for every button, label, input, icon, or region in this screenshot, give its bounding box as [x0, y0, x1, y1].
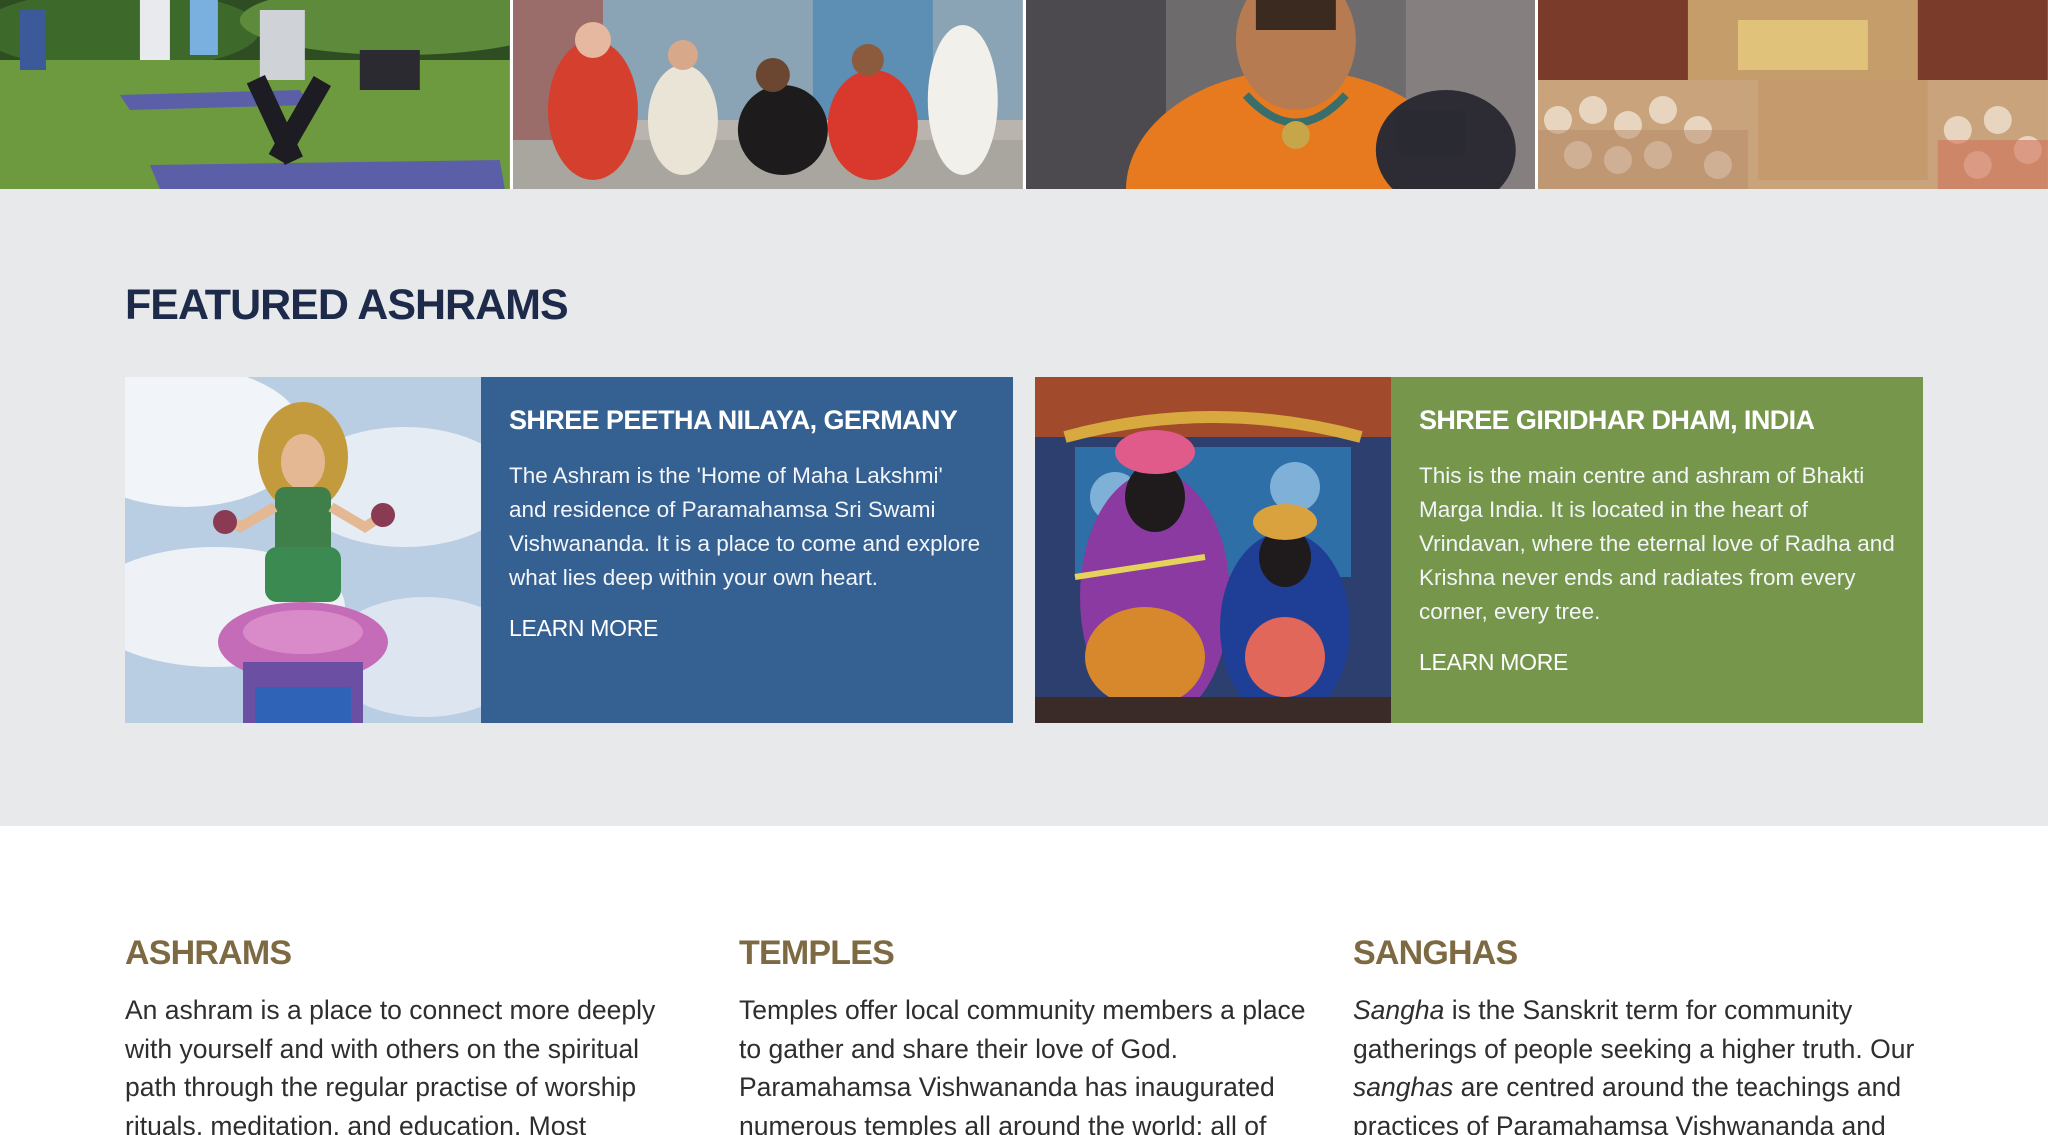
- ashram-card-germany: SHREE PEETHA NILAYA, GERMANY The Ashram …: [125, 377, 1013, 723]
- ashrams-heading: ASHRAMS: [125, 934, 292, 972]
- temples-text: Temples offer local community members a …: [739, 995, 1306, 1135]
- temple-gathering-photo: [1538, 0, 2048, 189]
- sanghas-column: SANGHAS Sangha is the Sanskrit term for …: [1353, 934, 1923, 1135]
- sanghas-text: Sangha is the Sanskrit term for communit…: [1353, 991, 1923, 1135]
- outdoor-yoga-photo: [0, 0, 510, 189]
- photo-strip: [0, 0, 2048, 189]
- sanghas-term: sanghas: [1353, 1072, 1454, 1102]
- card-body: SHREE PEETHA NILAYA, GERMANY The Ashram …: [481, 377, 1013, 723]
- swami-portrait-photo: [1025, 0, 1536, 189]
- temples-heading: TEMPLES: [739, 934, 895, 972]
- ashrams-text: An ashram is a place to connect more dee…: [125, 995, 656, 1135]
- temples-column: TEMPLES Temples offer local community me…: [739, 934, 1309, 1135]
- card-description: The Ashram is the 'Home of Maha Lakshmi'…: [509, 463, 981, 590]
- featured-ashrams-section: FEATURED ASHRAMS SHREE PEETHA NILAYA, GE…: [0, 189, 2048, 826]
- card-title: SHREE GIRIDHAR DHAM, INDIA: [1419, 405, 1815, 435]
- learn-more-link[interactable]: LEARN MORE: [1419, 649, 1568, 676]
- group-celebration-photo: [512, 0, 1023, 189]
- card-body: SHREE GIRIDHAR DHAM, INDIA This is the m…: [1391, 377, 1923, 723]
- featured-heading: FEATURED ASHRAMS: [125, 281, 569, 329]
- ashram-card-india: SHREE GIRIDHAR DHAM, INDIA This is the m…: [1035, 377, 1923, 723]
- ashrams-column: ASHRAMS An ashram is a place to connect …: [125, 934, 695, 1135]
- lakshmi-statue-image: [125, 377, 481, 723]
- card-description: This is the main centre and ashram of Bh…: [1419, 463, 1895, 624]
- sangha-term: Sangha: [1353, 995, 1445, 1025]
- sanghas-heading: SANGHAS: [1353, 934, 1518, 972]
- info-section: ASHRAMS An ashram is a place to connect …: [0, 826, 2048, 1135]
- card-title: SHREE PEETHA NILAYA, GERMANY: [509, 405, 958, 435]
- radha-krishna-image: [1035, 377, 1391, 723]
- learn-more-link[interactable]: LEARN MORE: [509, 615, 658, 642]
